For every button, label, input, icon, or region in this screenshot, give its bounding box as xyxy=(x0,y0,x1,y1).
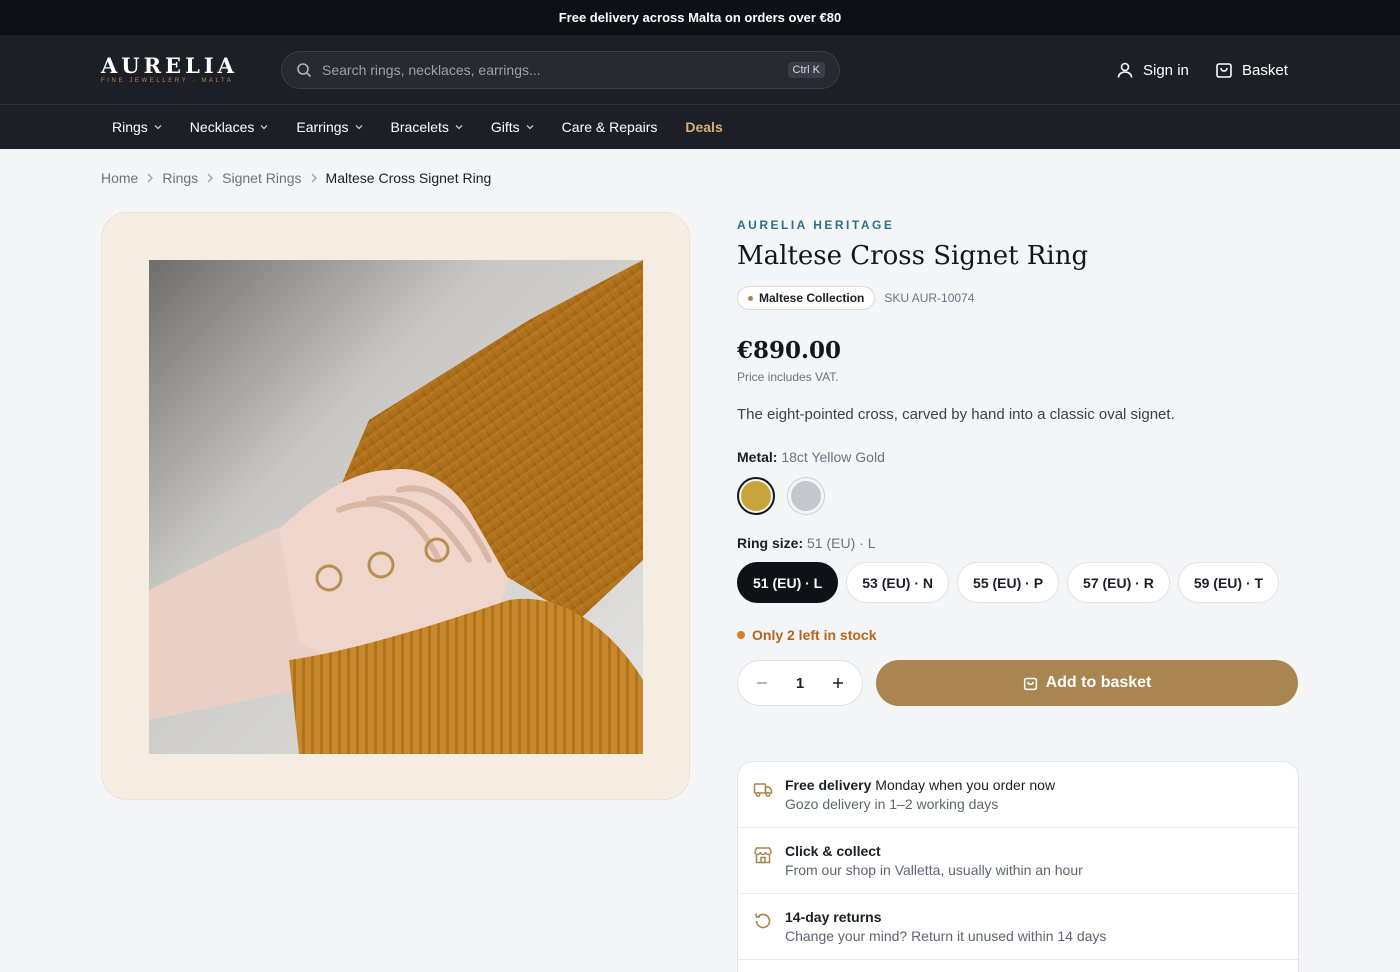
product-info: AURELIA HERITAGE Maltese Cross Signet Ri… xyxy=(737,212,1298,706)
announcement-text: Free delivery across Malta on orders ove… xyxy=(558,10,842,25)
perk-delivery: Free delivery Monday when you order now … xyxy=(738,762,1298,828)
nav-item-necklaces[interactable]: Necklaces xyxy=(190,119,269,135)
hands-with-rings-image xyxy=(149,260,643,754)
stock-note: Only 2 left in stock xyxy=(752,627,877,643)
returns-icon xyxy=(755,913,771,929)
basket-label: Basket xyxy=(1242,61,1288,79)
logo[interactable]: AURELIA FINE JEWELLERY · MALTA xyxy=(101,53,238,85)
add-to-basket-button[interactable]: Add to basket xyxy=(876,660,1298,706)
chevron-down-icon xyxy=(455,125,463,130)
perk-title: 14-day returns xyxy=(785,909,882,925)
metal-swatch-silver[interactable] xyxy=(787,477,825,515)
breadcrumb-current: Maltese Cross Signet Ring xyxy=(325,170,492,186)
breadcrumb-rings[interactable]: Rings xyxy=(162,170,198,186)
metal-label: Metal: xyxy=(737,449,778,465)
logo-wordmark: AURELIA xyxy=(101,53,238,78)
metal-value: 18ct Yellow Gold xyxy=(781,449,885,465)
product-photo[interactable] xyxy=(149,260,643,754)
minus-icon xyxy=(757,682,767,684)
chevron-down-icon xyxy=(154,125,162,130)
bag-icon xyxy=(1023,677,1037,690)
search-input[interactable]: Search rings, necklaces, earrings... Ctr… xyxy=(281,51,840,89)
increase-quantity-button[interactable] xyxy=(830,675,846,691)
announcement-bar: Free delivery across Malta on orders ove… xyxy=(0,0,1400,35)
search-shortcut-badge: Ctrl K xyxy=(787,62,825,78)
chevron-down-icon xyxy=(526,125,534,130)
nav-item-earrings[interactable]: Earrings xyxy=(296,119,362,135)
metal-swatch-yellow-gold[interactable] xyxy=(737,477,775,515)
stock-status: Only 2 left in stock xyxy=(737,627,1298,643)
perk-title: Click & collect xyxy=(785,843,881,859)
chevron-right-icon xyxy=(311,173,317,183)
site-header: AURELIA FINE JEWELLERY · MALTA Search ri… xyxy=(0,35,1400,105)
perk-returns: 14-day returns Change your mind? Return … xyxy=(738,894,1298,960)
product-title: Maltese Cross Signet Ring xyxy=(737,241,1089,271)
product-meta: Maltese Collection SKU AUR-10074 xyxy=(737,286,1298,310)
search-icon xyxy=(297,63,312,78)
size-label: Ring size: xyxy=(737,535,804,551)
nav-item-bracelets[interactable]: Bracelets xyxy=(391,119,463,135)
size-option-59[interactable]: 59 (EU) · T xyxy=(1177,562,1280,603)
quantity-value[interactable]: 1 xyxy=(796,675,804,692)
size-value: 51 (EU) · L xyxy=(807,535,876,551)
chevron-right-icon xyxy=(207,173,214,183)
truck-icon xyxy=(753,783,773,797)
product-price: €890.00 xyxy=(737,337,842,364)
main-nav: Rings Necklaces Earrings Bracelets Gifts… xyxy=(0,105,1400,149)
size-option-57[interactable]: 57 (EU) · R xyxy=(1067,562,1170,603)
perk-click-collect: Click & collect From our shop in Vallett… xyxy=(738,828,1298,894)
basket-button[interactable]: Basket xyxy=(1215,35,1288,105)
product-brand[interactable]: AURELIA HERITAGE xyxy=(737,218,1298,232)
product-sku: SKU AUR-10074 xyxy=(884,291,975,305)
perk-title: Free delivery Monday when you order now xyxy=(785,777,1056,793)
product-gallery xyxy=(101,212,690,800)
perk-subtitle: Gozo delivery in 1–2 working days xyxy=(785,796,999,812)
delivery-perks: Free delivery Monday when you order now … xyxy=(737,761,1299,972)
breadcrumb-signet-rings[interactable]: Signet Rings xyxy=(222,170,301,186)
badge-dot xyxy=(748,295,753,301)
size-option-51[interactable]: 51 (EU) · L xyxy=(737,562,839,603)
nav-item-gifts[interactable]: Gifts xyxy=(491,119,534,135)
nav-item-rings[interactable]: Rings xyxy=(112,119,162,135)
bag-icon xyxy=(1216,63,1232,78)
search-placeholder: Search rings, necklaces, earrings... xyxy=(322,62,541,78)
logo-tagline: FINE JEWELLERY · MALTA xyxy=(101,78,234,84)
chevron-right-icon xyxy=(147,173,154,183)
breadcrumb-home[interactable]: Home xyxy=(101,170,138,186)
size-option-53[interactable]: 53 (EU) · N xyxy=(846,562,950,603)
add-to-basket-label: Add to basket xyxy=(1045,674,1152,691)
collection-label: Maltese Collection xyxy=(759,291,865,305)
perk-subtitle: From our shop in Valletta, usually withi… xyxy=(785,862,1083,878)
chevron-down-icon xyxy=(260,125,268,130)
size-label-row: Ring size: 51 (EU) · L xyxy=(737,535,1298,551)
product-description: The eight-pointed cross, carved by hand … xyxy=(737,406,1175,423)
perk-subtitle: Change your mind? Return it unused withi… xyxy=(785,928,1107,944)
plus-icon xyxy=(833,678,843,688)
quantity-stepper: 1 xyxy=(737,660,863,706)
sign-in-label: Sign in xyxy=(1143,61,1189,79)
store-icon xyxy=(754,847,772,864)
size-options: 51 (EU) · L 53 (EU) · N 55 (EU) · P 57 (… xyxy=(737,562,1298,603)
nav-item-deals[interactable]: Deals xyxy=(685,119,722,135)
sign-in-button[interactable]: Sign in xyxy=(1116,35,1189,105)
breadcrumb: Home Rings Signet Rings Maltese Cross Si… xyxy=(101,170,491,186)
stock-dot xyxy=(737,631,745,639)
nav-item-care-repairs[interactable]: Care & Repairs xyxy=(562,119,658,135)
size-option-55[interactable]: 55 (EU) · P xyxy=(957,562,1060,603)
metal-label-row: Metal: 18ct Yellow Gold xyxy=(737,449,1298,465)
chevron-down-icon xyxy=(355,125,362,130)
purchase-row: 1 Add to basket xyxy=(737,660,1298,706)
metal-swatches xyxy=(737,477,1298,515)
collection-badge[interactable]: Maltese Collection xyxy=(737,286,876,310)
decrease-quantity-button[interactable] xyxy=(754,675,770,691)
user-icon xyxy=(1117,62,1133,78)
vat-note: Price includes VAT. xyxy=(737,370,839,384)
